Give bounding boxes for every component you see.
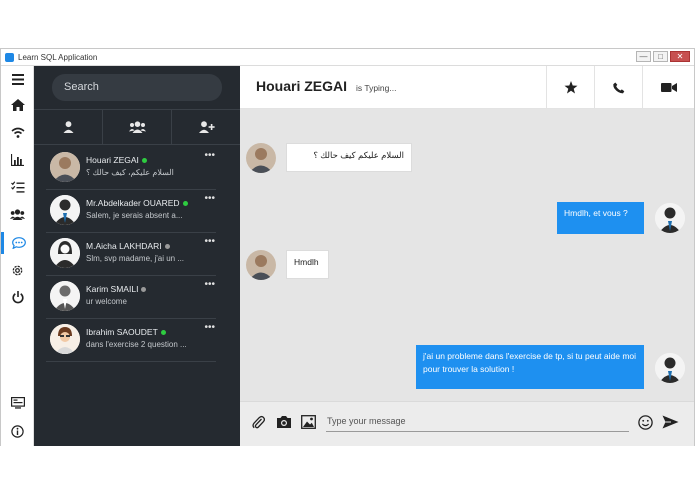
chat-contact-name: Houari ZEGAI — [256, 78, 348, 94]
typing-status: is Typing... — [356, 83, 397, 93]
settings-icon[interactable] — [1, 259, 34, 281]
avatar — [50, 152, 80, 182]
home-icon[interactable] — [1, 94, 34, 116]
online-indicator — [141, 158, 147, 164]
search-input[interactable]: Search — [52, 74, 222, 101]
avatar — [246, 143, 276, 173]
menu-icon[interactable] — [1, 68, 34, 90]
contact-preview: dans l'exercise 2 question ... — [86, 340, 187, 349]
video-icon[interactable] — [642, 66, 694, 109]
chat-header: Houari ZEGAI is Typing... — [240, 66, 694, 109]
offline-indicator — [141, 287, 147, 293]
more-icon[interactable]: ••• — [204, 236, 215, 247]
message-bubble-incoming: السلام عليكم كيف حالك ؟ — [286, 143, 412, 172]
online-indicator — [160, 330, 166, 336]
message-bubble-outgoing: Hmdlh, et vous ? — [557, 202, 644, 234]
more-icon[interactable]: ••• — [204, 322, 215, 333]
more-icon[interactable]: ••• — [204, 150, 215, 161]
contact-tabs — [34, 109, 240, 145]
contact-item[interactable]: Ibrahim SAOUDET dans l'exercise 2 questi… — [46, 319, 216, 362]
phone-icon[interactable] — [594, 66, 642, 109]
contact-item[interactable]: Houari ZEGAI السلام عليكم، كيف حالك ؟ ••… — [46, 147, 216, 190]
contact-name: M.Aicha LAKHDARI — [86, 241, 170, 251]
avatar — [50, 281, 80, 311]
title-bar: Learn SQL Application — □ ✕ — [1, 49, 694, 66]
power-icon[interactable] — [1, 286, 34, 308]
send-icon[interactable] — [662, 415, 679, 434]
contact-name: Karim SMAILI — [86, 284, 147, 294]
avatar — [246, 250, 276, 280]
contact-preview: ur welcome — [86, 297, 127, 306]
close-button[interactable]: ✕ — [670, 51, 690, 62]
star-icon[interactable] — [546, 66, 594, 109]
avatar — [50, 238, 80, 268]
checklist-icon[interactable] — [1, 176, 34, 198]
contact-name: Houari ZEGAI — [86, 155, 147, 165]
contact-name: Ibrahim SAOUDET — [86, 327, 166, 337]
contacts-sidebar: Search Houari ZEGAI السلام عليكم، كيف حا… — [34, 66, 240, 446]
more-icon[interactable]: ••• — [204, 279, 215, 290]
avatar — [655, 353, 685, 383]
more-icon[interactable]: ••• — [204, 193, 215, 204]
nav-rail — [1, 66, 34, 446]
image-icon[interactable] — [301, 415, 316, 434]
app-window: Learn SQL Application — □ ✕ Search Houar… — [0, 48, 695, 446]
message-composer: Type your message — [240, 401, 694, 446]
contact-item[interactable]: Mr.Abdelkader OUARED Salem, je serais ab… — [46, 190, 216, 233]
window-title: Learn SQL Application — [18, 53, 98, 62]
avatar — [50, 324, 80, 354]
avatar — [655, 203, 685, 233]
message-bubble-incoming: Hmdlh — [286, 250, 329, 279]
avatar — [50, 195, 80, 225]
users-icon[interactable] — [1, 203, 34, 225]
chat-icon[interactable] — [1, 232, 34, 254]
app-icon — [5, 53, 14, 62]
tv-icon[interactable] — [1, 392, 34, 414]
contact-preview: السلام عليكم، كيف حالك ؟ — [86, 168, 174, 177]
offline-indicator — [164, 244, 170, 250]
attach-icon[interactable] — [252, 415, 266, 435]
contact-item[interactable]: Karim SMAILI ur welcome ••• — [46, 276, 216, 319]
message-input[interactable]: Type your message — [326, 416, 629, 432]
info-icon[interactable] — [1, 420, 34, 442]
maximize-button[interactable]: □ — [653, 51, 668, 62]
contact-name: Mr.Abdelkader OUARED — [86, 198, 188, 208]
stats-icon[interactable] — [1, 149, 34, 171]
add-person-icon[interactable] — [172, 110, 240, 144]
person-icon[interactable] — [34, 110, 103, 144]
window-controls: — □ ✕ — [636, 51, 690, 62]
emoji-icon[interactable] — [638, 415, 653, 435]
minimize-button[interactable]: — — [636, 51, 651, 62]
contact-item[interactable]: M.Aicha LAKHDARI Slm, svp madame, j'ai u… — [46, 233, 216, 276]
wifi-icon[interactable] — [1, 121, 34, 143]
online-indicator — [182, 201, 188, 207]
message-list: السلام عليكم كيف حالك ؟ Hmdlh, et vous ?… — [240, 109, 694, 401]
message-bubble-outgoing: j'ai un probleme dans l'exercise de tp, … — [416, 345, 644, 389]
contact-preview: Salem, je serais absent a... — [86, 211, 183, 220]
contact-preview: Slm, svp madame, j'ai un ... — [86, 254, 185, 263]
camera-icon[interactable] — [276, 415, 292, 434]
group-icon[interactable] — [103, 110, 172, 144]
